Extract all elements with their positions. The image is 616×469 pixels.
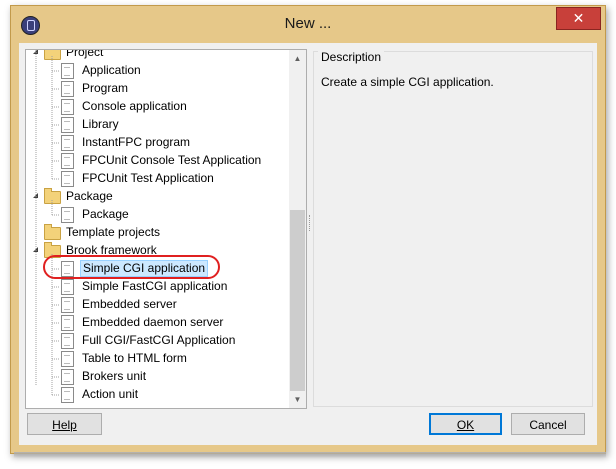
tree-node-label: Package <box>66 189 113 203</box>
document-icon <box>61 351 74 367</box>
document-icon <box>61 63 74 79</box>
help-button[interactable]: Help <box>27 413 102 435</box>
document-icon <box>61 279 74 295</box>
document-icon <box>61 153 74 169</box>
document-icon <box>61 171 74 187</box>
expand-arrow-icon[interactable] <box>33 50 38 54</box>
dialog-client-area: Project Application Program Console applica… <box>19 43 597 445</box>
tree-node-label: Library <box>82 117 119 131</box>
description-text: Create a simple CGI application. <box>321 75 494 89</box>
tree-node-label: Action unit <box>82 387 139 401</box>
tree-node-label: FPCUnit Test Application <box>82 171 214 185</box>
document-icon <box>61 207 74 223</box>
tree-vertical-scrollbar[interactable]: ▲ ▼ <box>289 50 306 408</box>
tree-item[interactable]: Embedded daemon server <box>26 314 288 332</box>
tree-item[interactable]: FPCUnit Test Application <box>26 170 288 188</box>
tree-node-label: Program <box>82 81 129 95</box>
new-dialog-window: New ... ✕ Project Application Program Conso… <box>10 5 606 454</box>
document-icon <box>61 117 74 133</box>
close-button[interactable]: ✕ <box>556 7 601 30</box>
document-icon <box>61 387 74 403</box>
tree-node-label: Console application <box>82 99 187 113</box>
tree-category[interactable]: Template projects <box>26 224 288 242</box>
ok-button[interactable]: OK <box>429 413 502 435</box>
folder-icon <box>44 224 61 240</box>
window-shadow <box>14 452 606 458</box>
tree-node-label: Project <box>66 50 104 59</box>
tree-node-label: Table to HTML form <box>82 351 187 365</box>
tree-item[interactable]: Action unit <box>26 386 288 404</box>
tree-item[interactable]: Console application <box>26 98 288 116</box>
tree-category[interactable]: Brook framework <box>26 242 288 260</box>
tree-item[interactable]: Embedded server <box>26 296 288 314</box>
scroll-thumb[interactable] <box>290 210 305 391</box>
folder-icon <box>44 50 61 60</box>
document-icon <box>61 333 74 349</box>
cancel-button-label: Cancel <box>529 418 567 432</box>
template-tree: Project Application Program Console applica… <box>25 49 307 409</box>
tree-node-label: Template projects <box>66 225 161 239</box>
document-icon <box>61 297 74 313</box>
tree-node-label: Full CGI/FastCGI Application <box>82 333 236 347</box>
document-icon <box>61 135 74 151</box>
folder-icon <box>44 188 61 204</box>
scroll-up-arrow-icon[interactable]: ▲ <box>289 50 306 67</box>
scroll-down-arrow-icon[interactable]: ▼ <box>289 391 306 408</box>
ok-button-label: OK <box>456 418 475 432</box>
description-group: Description Create a simple CGI applicat… <box>313 50 593 407</box>
tree-node-label: Application <box>82 63 141 77</box>
title-bar[interactable]: New ... ✕ <box>11 6 605 42</box>
description-heading: Description <box>318 50 385 64</box>
tree-item[interactable]: Simple FastCGI application <box>26 278 288 296</box>
document-icon <box>61 369 74 385</box>
document-icon <box>61 315 74 331</box>
tree-item[interactable]: Library <box>26 116 288 134</box>
window-title: New ... <box>284 15 332 32</box>
tree-item[interactable]: FPCUnit Console Test Application <box>26 152 288 170</box>
tree-item[interactable]: Package <box>26 206 288 224</box>
tree-category[interactable]: Project <box>26 50 288 62</box>
tree-node-label: Brook framework <box>66 243 157 257</box>
cancel-button[interactable]: Cancel <box>511 413 585 435</box>
tree-node-label: InstantFPC program <box>82 135 191 149</box>
tree-node-label: Package <box>82 207 129 221</box>
panel-splitter[interactable] <box>309 215 312 231</box>
tree-node-label: Simple FastCGI application <box>82 279 228 293</box>
expand-arrow-icon[interactable] <box>33 247 38 252</box>
tree-category[interactable]: Package <box>26 188 288 206</box>
tree-item[interactable]: Application <box>26 62 288 80</box>
tree-item[interactable]: InstantFPC program <box>26 134 288 152</box>
tree-item[interactable]: Program <box>26 80 288 98</box>
help-button-label: Help <box>52 418 77 432</box>
tree-item[interactable]: Simple CGI application <box>26 260 288 278</box>
tree-node-label: FPCUnit Console Test Application <box>82 153 262 167</box>
folder-icon <box>44 242 61 258</box>
tree-item[interactable]: Brokers unit <box>26 368 288 386</box>
tree-node-label: Embedded daemon server <box>82 315 224 329</box>
document-icon <box>61 99 74 115</box>
tree-items: Project Application Program Console applica… <box>26 50 288 404</box>
tree-item[interactable]: Table to HTML form <box>26 350 288 368</box>
expand-arrow-icon[interactable] <box>33 193 38 198</box>
document-icon <box>61 81 74 97</box>
tree-viewport: Project Application Program Console applica… <box>26 50 288 408</box>
tree-node-label: Embedded server <box>82 297 177 311</box>
document-icon <box>61 261 74 277</box>
tree-node-label: Simple CGI application <box>80 260 209 277</box>
tree-node-label: Brokers unit <box>82 369 147 383</box>
tree-item[interactable]: Full CGI/FastCGI Application <box>26 332 288 350</box>
